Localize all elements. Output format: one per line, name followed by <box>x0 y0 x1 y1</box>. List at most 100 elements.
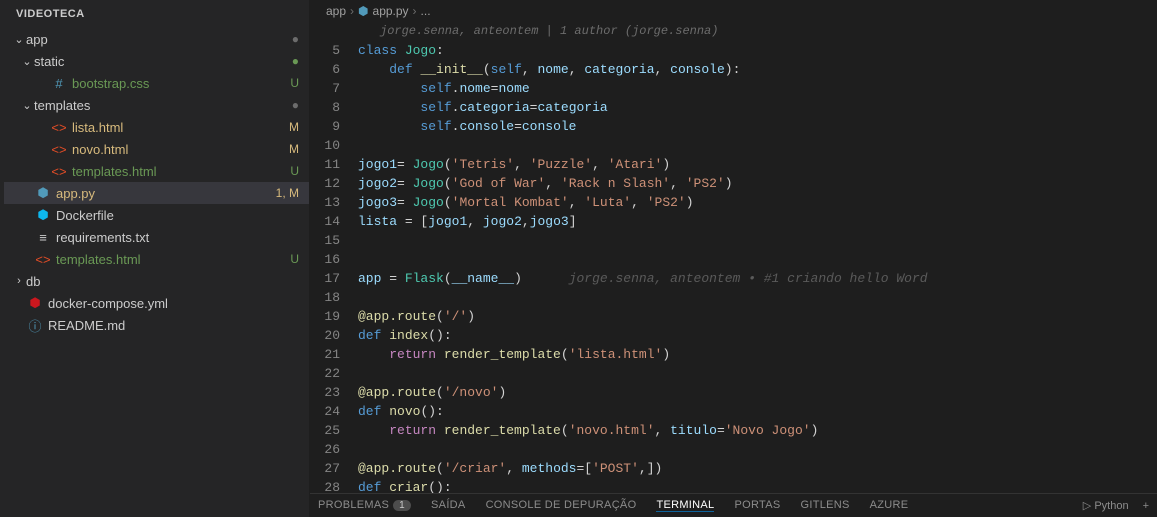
code-line[interactable]: 11jogo1= Jogo('Tetris', 'Puzzle', 'Atari… <box>310 155 1157 174</box>
file-item[interactable]: ⬢app.py1, M <box>4 182 309 204</box>
code-line[interactable]: 12jogo2= Jogo('God of War', 'Rack n Slas… <box>310 174 1157 193</box>
code-line[interactable]: 15 <box>310 231 1157 250</box>
file-item[interactable]: <>templates.htmlU <box>4 160 309 182</box>
item-label: templates.html <box>72 164 290 179</box>
panel-tab[interactable]: AZURE <box>870 499 909 512</box>
git-status-badge: ● <box>292 98 299 112</box>
file-icon: ⬢ <box>34 207 52 223</box>
code-editor[interactable]: jorge.senna, anteontem | 1 author (jorge… <box>310 22 1157 493</box>
line-number[interactable]: 10 <box>310 136 358 155</box>
panel-tab[interactable]: SAÍDA <box>431 499 466 512</box>
folder-item[interactable]: ⌄static● <box>4 50 309 72</box>
item-label: README.md <box>48 318 299 333</box>
line-number[interactable]: 17 <box>310 269 358 288</box>
code-line[interactable]: 20def index(): <box>310 326 1157 345</box>
folder-item[interactable]: ›db <box>4 270 309 292</box>
code-line[interactable]: 19@app.route('/') <box>310 307 1157 326</box>
python-icon: ⬢ <box>358 4 368 18</box>
code-line[interactable]: 8 self.categoria=categoria <box>310 98 1157 117</box>
code-line[interactable]: 24def novo(): <box>310 402 1157 421</box>
line-number[interactable]: 15 <box>310 231 358 250</box>
folder-item[interactable]: ⌄templates● <box>4 94 309 116</box>
item-label: novo.html <box>72 142 289 157</box>
item-label: db <box>26 274 299 289</box>
line-number[interactable]: 21 <box>310 345 358 364</box>
line-number[interactable]: 24 <box>310 402 358 421</box>
line-number[interactable]: 23 <box>310 383 358 402</box>
code-line[interactable]: 22 <box>310 364 1157 383</box>
authorship-lens[interactable]: jorge.senna, anteontem | 1 author (jorge… <box>310 22 1157 41</box>
code-line[interactable]: 14lista = [jogo1, jogo2,jogo3] <box>310 212 1157 231</box>
code-line[interactable]: 7 self.nome=nome <box>310 79 1157 98</box>
count-badge: 1 <box>393 500 411 511</box>
file-item[interactable]: ≡requirements.txt <box>4 226 309 248</box>
panel-tab[interactable]: PORTAS <box>734 499 780 512</box>
file-icon: ⬢ <box>34 185 52 201</box>
item-label: requirements.txt <box>56 230 299 245</box>
panel-tab[interactable]: TERMINAL <box>656 499 714 512</box>
line-number[interactable]: 26 <box>310 440 358 459</box>
file-item[interactable]: <>novo.htmlM <box>4 138 309 160</box>
code-line[interactable]: 27@app.route('/criar', methods=['POST',]… <box>310 459 1157 478</box>
line-number[interactable]: 20 <box>310 326 358 345</box>
item-label: lista.html <box>72 120 289 135</box>
file-item[interactable]: <>templates.htmlU <box>4 248 309 270</box>
code-line[interactable]: 6 def __init__(self, nome, categoria, co… <box>310 60 1157 79</box>
file-item[interactable]: ⬢ docker-compose.yml <box>4 292 309 314</box>
line-number[interactable]: 6 <box>310 60 358 79</box>
code-line[interactable]: 5class Jogo: <box>310 41 1157 60</box>
line-number[interactable]: 14 <box>310 212 358 231</box>
git-blame-annotation: jorge.senna, anteontem • #1 criando hell… <box>569 271 928 286</box>
line-number[interactable]: 18 <box>310 288 358 307</box>
file-icon: ⬢ <box>26 295 44 311</box>
file-item[interactable]: <>lista.htmlM <box>4 116 309 138</box>
code-line[interactable]: 16 <box>310 250 1157 269</box>
code-line[interactable]: 21 return render_template('lista.html') <box>310 345 1157 364</box>
item-label: docker-compose.yml <box>48 296 299 311</box>
chevron-right-icon[interactable]: › <box>12 275 26 287</box>
file-item[interactable]: #bootstrap.cssU <box>4 72 309 94</box>
file-item[interactable]: ⬢Dockerfile <box>4 204 309 226</box>
code-line[interactable]: 26 <box>310 440 1157 459</box>
line-number[interactable]: 11 <box>310 155 358 174</box>
line-number[interactable]: 12 <box>310 174 358 193</box>
code-line[interactable]: 25 return render_template('novo.html', t… <box>310 421 1157 440</box>
code-line[interactable]: 18 <box>310 288 1157 307</box>
line-number[interactable]: 13 <box>310 193 358 212</box>
panel-tab[interactable]: CONSOLE DE DEPURAÇÃO <box>486 499 637 512</box>
git-status-badge: M <box>289 142 299 156</box>
line-number[interactable]: 8 <box>310 98 358 117</box>
line-number[interactable]: 7 <box>310 79 358 98</box>
code-line[interactable]: 13jogo3= Jogo('Mortal Kombat', 'Luta', '… <box>310 193 1157 212</box>
chevron-down-icon[interactable]: ⌄ <box>20 55 34 68</box>
code-line[interactable]: 17app = Flask(__name__) jorge.senna, ant… <box>310 269 1157 288</box>
git-status-badge: U <box>290 252 299 266</box>
line-number[interactable]: 22 <box>310 364 358 383</box>
line-number[interactable]: 27 <box>310 459 358 478</box>
code-line[interactable]: 28def criar(): <box>310 478 1157 493</box>
line-number[interactable]: 25 <box>310 421 358 440</box>
terminal-shell-selector[interactable]: ▷ Python <box>1083 499 1129 512</box>
code-line[interactable]: 23@app.route('/novo') <box>310 383 1157 402</box>
file-item[interactable]: ⓘREADME.md <box>4 314 309 336</box>
chevron-right-icon: › <box>350 4 354 18</box>
breadcrumb-part[interactable]: ... <box>421 4 431 18</box>
breadcrumb[interactable]: app › ⬢ app.py › ... <box>310 0 1157 22</box>
item-label: app <box>26 32 292 47</box>
code-line[interactable]: 9 self.console=console <box>310 117 1157 136</box>
chevron-down-icon[interactable]: ⌄ <box>20 99 34 112</box>
add-terminal-icon[interactable]: + <box>1143 500 1149 512</box>
panel-tab[interactable]: GITLENS <box>800 499 849 512</box>
folder-item[interactable]: ⌄app● <box>4 28 309 50</box>
chevron-down-icon[interactable]: ⌄ <box>12 33 26 46</box>
code-line[interactable]: 10 <box>310 136 1157 155</box>
git-status-badge: ● <box>292 32 299 46</box>
line-number[interactable]: 28 <box>310 478 358 493</box>
line-number[interactable]: 5 <box>310 41 358 60</box>
line-number[interactable]: 19 <box>310 307 358 326</box>
breadcrumb-part[interactable]: app <box>326 4 346 18</box>
line-number[interactable]: 16 <box>310 250 358 269</box>
line-number[interactable]: 9 <box>310 117 358 136</box>
breadcrumb-part[interactable]: app.py <box>373 4 409 18</box>
panel-tab[interactable]: PROBLEMAS1 <box>318 499 411 512</box>
